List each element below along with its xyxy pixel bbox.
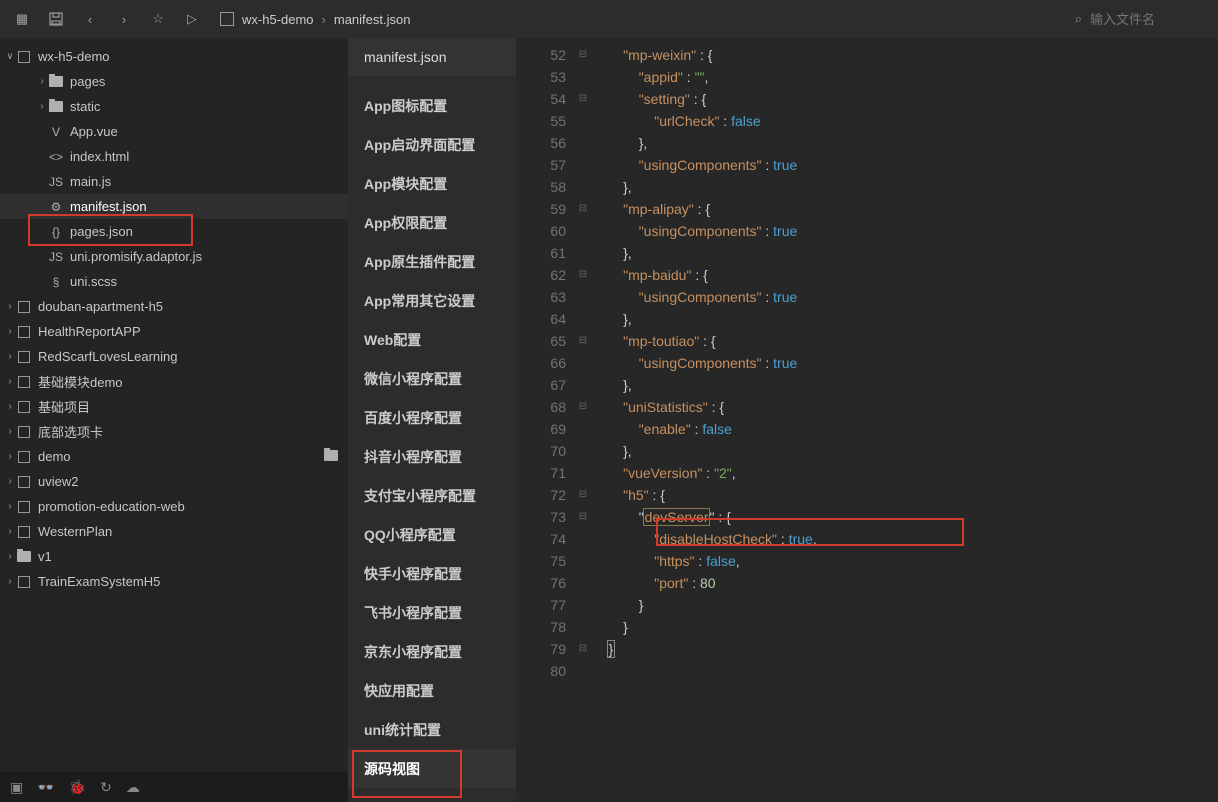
search-area: ⌕ [1075, 11, 1210, 27]
panel-item[interactable]: 快应用配置 [348, 671, 516, 710]
tree-item[interactable]: JSuni.promisify.adaptor.js [0, 244, 348, 269]
tree-item[interactable]: VApp.vue [0, 119, 348, 144]
project-icon [220, 12, 234, 26]
status-bar: ▣ 👓 🐞 ↻ ☁ [0, 772, 348, 802]
panel-item[interactable]: QQ小程序配置 [348, 515, 516, 554]
manifest-panel: manifest.json App图标配置App启动界面配置App模块配置App… [348, 38, 516, 802]
bug-icon[interactable]: 🐞 [69, 779, 86, 796]
panel-item[interactable]: App模块配置 [348, 164, 516, 203]
panel-item[interactable]: 飞书小程序配置 [348, 593, 516, 632]
tree-item[interactable]: ∨wx-h5-demo [0, 44, 348, 69]
star-icon[interactable]: ☆ [144, 5, 172, 33]
tree-item[interactable]: ›WesternPlan [0, 519, 348, 544]
tree-item[interactable]: ›pages [0, 69, 348, 94]
binoculars-icon[interactable]: 👓 [37, 779, 54, 796]
run-icon[interactable]: ▷ [178, 5, 206, 33]
tree-item[interactable]: ›TrainExamSystemH5 [0, 569, 348, 594]
panel-item[interactable]: uni统计配置 [348, 710, 516, 749]
tree-item[interactable]: <>index.html [0, 144, 348, 169]
tree-item[interactable]: §uni.scss [0, 269, 348, 294]
tree-item[interactable]: {}pages.json [0, 219, 348, 244]
panel-item[interactable]: App原生插件配置 [348, 242, 516, 281]
code-editor[interactable]: 5253545556575859606162636465666768697071… [516, 38, 1218, 802]
panel-item[interactable]: 百度小程序配置 [348, 398, 516, 437]
panel-item[interactable]: 微信小程序配置 [348, 359, 516, 398]
breadcrumb-separator: › [322, 12, 326, 27]
panel-item[interactable]: 支付宝小程序配置 [348, 476, 516, 515]
tree-item[interactable]: ›uview2 [0, 469, 348, 494]
tree-item[interactable]: ›HealthReportAPP [0, 319, 348, 344]
tree-item[interactable]: ›基础项目 [0, 394, 348, 419]
tree-item[interactable]: ›v1 [0, 544, 348, 569]
terminal-icon[interactable]: ▣ [10, 779, 23, 796]
panel-item[interactable]: App图标配置 [348, 86, 516, 125]
tree-item[interactable]: JSmain.js [0, 169, 348, 194]
tree-item[interactable]: ›基础模块demo [0, 369, 348, 394]
tree-item[interactable]: ›douban-apartment-h5 [0, 294, 348, 319]
panel-item[interactable]: 快手小程序配置 [348, 554, 516, 593]
tree-item[interactable]: ›promotion-education-web [0, 494, 348, 519]
topbar: ▦ ‹ › ☆ ▷ wx-h5-demo › manifest.json ⌕ [0, 0, 1218, 38]
search-icon[interactable]: ⌕ [1075, 11, 1082, 27]
tree-item[interactable]: ›RedScarfLovesLearning [0, 344, 348, 369]
breadcrumb: wx-h5-demo › manifest.json [212, 12, 410, 27]
tree-item[interactable]: ⚙manifest.json [0, 194, 348, 219]
breadcrumb-project[interactable]: wx-h5-demo [242, 12, 314, 27]
search-input[interactable] [1090, 12, 1210, 27]
panel-title: manifest.json [348, 38, 516, 76]
tree-item[interactable]: ›底部选项卡 [0, 419, 348, 444]
app-icon[interactable]: ▦ [8, 5, 36, 33]
sync-icon[interactable]: ↻ [100, 779, 112, 796]
panel-item[interactable]: Web配置 [348, 320, 516, 359]
file-explorer: ∨wx-h5-demo›pages›staticVApp.vue<>index.… [0, 38, 348, 802]
panel-item[interactable]: App启动界面配置 [348, 125, 516, 164]
panel-item[interactable]: 京东小程序配置 [348, 632, 516, 671]
nav-forward-icon[interactable]: › [110, 5, 138, 33]
panel-item[interactable]: App常用其它设置 [348, 281, 516, 320]
cloud-icon[interactable]: ☁ [126, 779, 140, 796]
breadcrumb-file[interactable]: manifest.json [334, 12, 411, 27]
panel-item[interactable]: 源码视图 [348, 749, 516, 788]
panel-item[interactable]: App权限配置 [348, 203, 516, 242]
panel-item[interactable]: 抖音小程序配置 [348, 437, 516, 476]
tree-item[interactable]: ›demo [0, 444, 348, 469]
nav-back-icon[interactable]: ‹ [76, 5, 104, 33]
save-icon[interactable] [42, 5, 70, 33]
tree-item[interactable]: ›static [0, 94, 348, 119]
